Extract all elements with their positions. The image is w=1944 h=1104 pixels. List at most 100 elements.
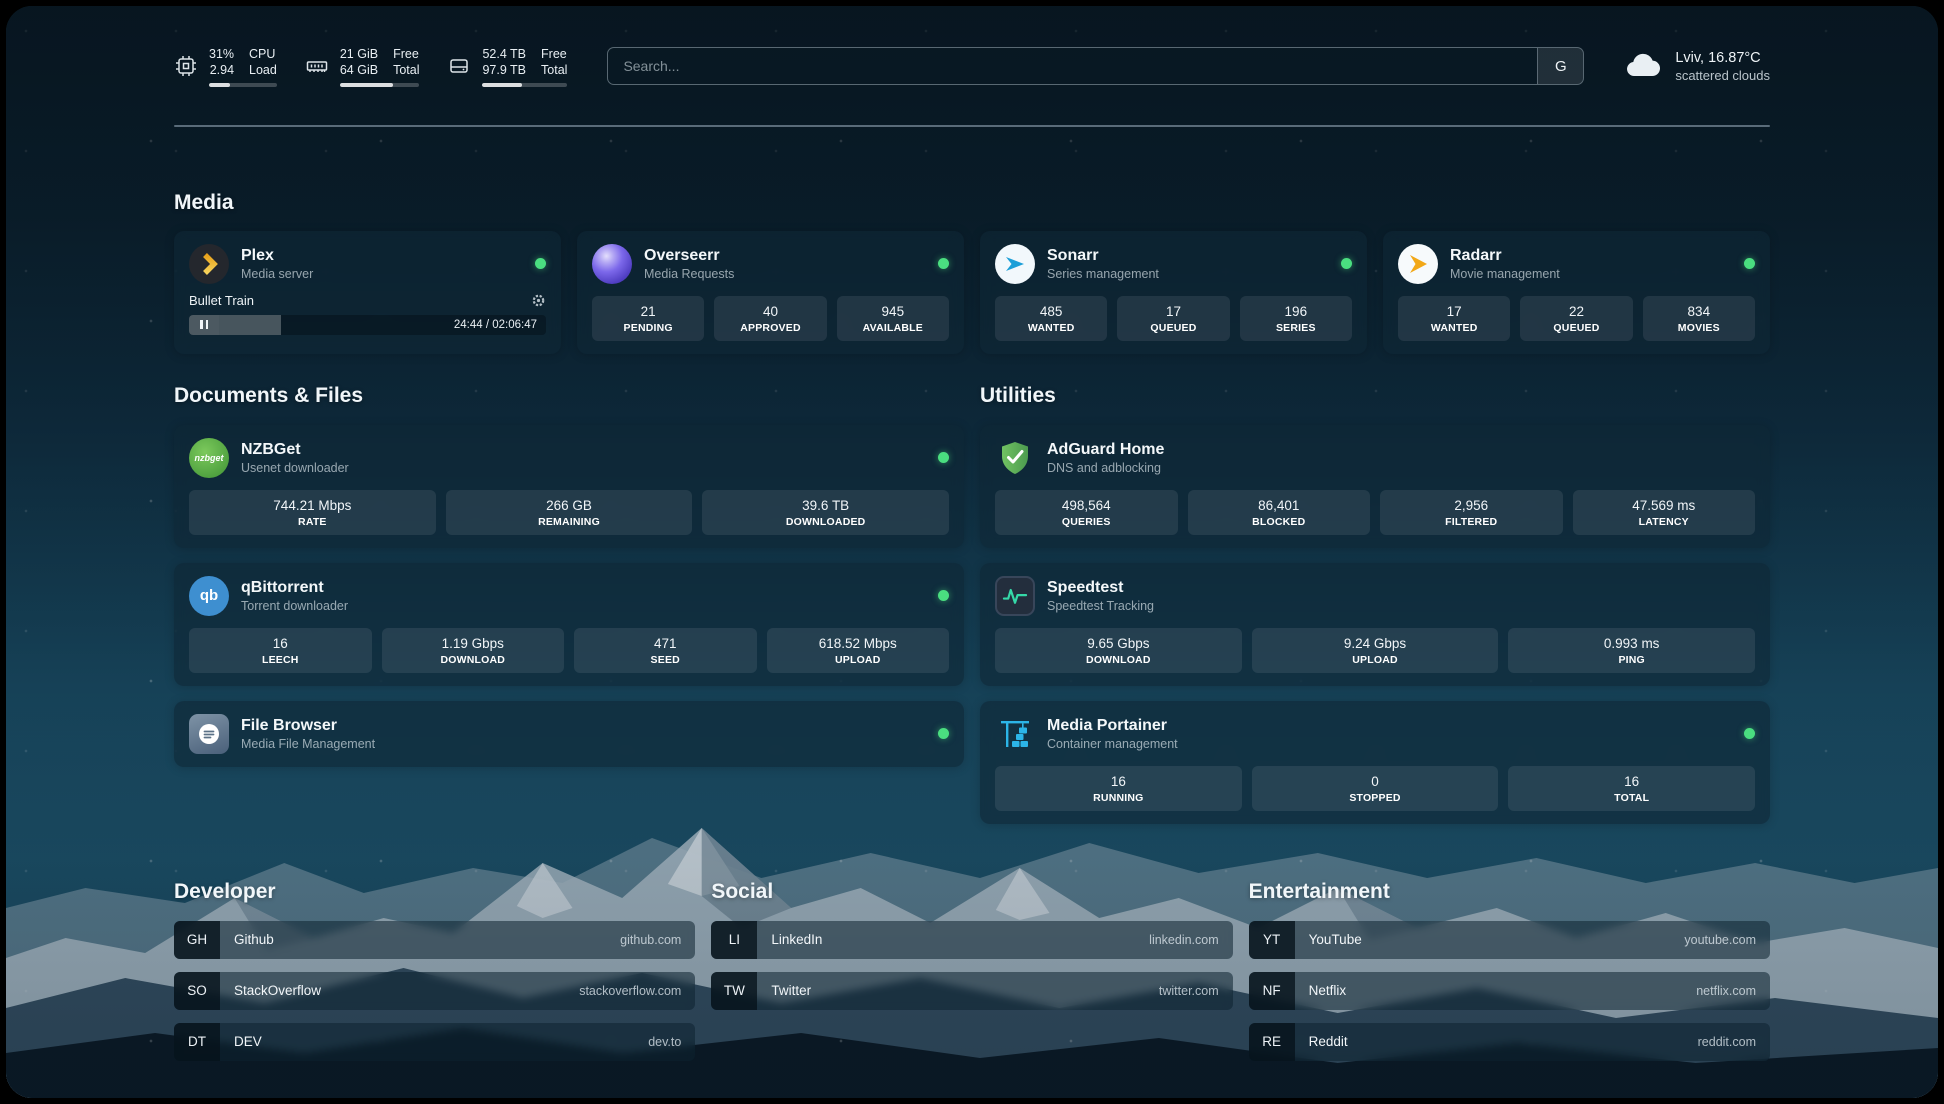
bookmark-abbr: DT [174,1023,220,1061]
service-card-portainer[interactable]: Media Portainer Container management 16 … [980,701,1770,824]
cpu-label-top: CPU [249,46,277,62]
service-subtitle: Media File Management [241,737,375,751]
cpu-label-bottom: Load [249,62,277,78]
radarr-icon [1398,244,1438,284]
stat-series: 196 SERIES [1240,296,1352,341]
service-card-qbittorrent[interactable]: qb qBittorrent Torrent downloader 16 LEE… [174,563,964,686]
stat-approved: 40 APPROVED [714,296,826,341]
bookmark-name: LinkedIn [771,932,822,947]
service-card-speedtest[interactable]: Speedtest Speedtest Tracking 9.65 Gbps D… [980,563,1770,686]
stat-queued: 22 QUEUED [1520,296,1632,341]
header-divider [174,125,1770,127]
cpu-percent: 31% [209,46,234,62]
cpu-usage-bar [209,83,277,87]
status-dot [938,728,949,739]
bookmark-name: YouTube [1309,932,1362,947]
plex-icon [189,244,229,284]
search-engine-button[interactable]: G [1537,48,1583,84]
service-subtitle: Movie management [1450,267,1560,281]
stat-ping: 0.993 ms PING [1508,628,1755,673]
memory-label-top: Free [393,46,419,62]
bookmark-youtube[interactable]: YT YouTube youtube.com [1249,921,1770,959]
stat-download: 1.19 Gbps DOWNLOAD [382,628,565,673]
service-card-overseerr[interactable]: Overseerr Media Requests 21 PENDING 40 A… [577,231,964,354]
status-dot [938,590,949,601]
service-card-plex[interactable]: Plex Media server Bullet Train [174,231,561,354]
disk-total: 97.9 TB [482,62,526,78]
memory-label-bottom: Total [393,62,419,78]
section-title-developer: Developer [174,880,695,904]
disk-widget: 52.4 TB 97.9 TB Free Total [447,46,567,87]
stat-wanted: 17 WANTED [1398,296,1510,341]
bookmark-stackoverflow[interactable]: SO StackOverflow stackoverflow.com [174,972,695,1010]
bookmark-abbr: NF [1249,972,1295,1010]
adguard-icon [995,438,1035,478]
page-content: 31% 2.94 CPU Load [6,6,1938,1098]
stat-upload: 618.52 Mbps UPLOAD [767,628,950,673]
service-card-adguard[interactable]: AdGuard Home DNS and adblocking 498,564 … [980,425,1770,548]
disk-label-bottom: Total [541,62,567,78]
overseerr-icon [592,244,632,284]
stat-seed: 471 SEED [574,628,757,673]
search-input[interactable] [608,48,1537,84]
bookmark-domain: stackoverflow.com [579,984,681,998]
hard-drive-icon [447,54,471,78]
bookmark-netflix[interactable]: NF Netflix netflix.com [1249,972,1770,1010]
bookmark-dev[interactable]: DT DEV dev.to [174,1023,695,1061]
service-card-radarr[interactable]: Radarr Movie management 17 WANTED 22 QUE… [1383,231,1770,354]
search-bar: G [607,47,1584,85]
service-name: NZBGet [241,440,349,459]
section-utilities: Utilities [980,384,1770,824]
service-subtitle: Speedtest Tracking [1047,599,1154,613]
bookmark-abbr: LI [711,921,757,959]
status-dot [938,452,949,463]
service-name: Speedtest [1047,578,1154,597]
service-subtitle: Media server [241,267,313,281]
bookmark-github[interactable]: GH Github github.com [174,921,695,959]
bookmark-abbr: SO [174,972,220,1010]
section-title-media: Media [174,191,1770,215]
service-card-sonarr[interactable]: Sonarr Series management 485 WANTED 17 Q… [980,231,1367,354]
stat-running: 16 RUNNING [995,766,1242,811]
now-playing: Bullet Train 24:44 / 02:06:47 [189,293,546,335]
bookmark-twitter[interactable]: TW Twitter twitter.com [711,972,1232,1010]
service-subtitle: Container management [1047,737,1178,751]
cpu-chip-icon [174,54,198,78]
stat-stopped: 0 STOPPED [1252,766,1499,811]
bookmark-name: Twitter [771,983,811,998]
bookmark-linkedin[interactable]: LI LinkedIn linkedin.com [711,921,1232,959]
service-subtitle: Torrent downloader [241,599,348,613]
service-subtitle: Series management [1047,267,1159,281]
service-card-filebrowser[interactable]: File Browser Media File Management [174,701,964,767]
disk-usage-bar [482,83,567,87]
bookmark-domain: reddit.com [1698,1035,1756,1049]
bookmark-reddit[interactable]: RE Reddit reddit.com [1249,1023,1770,1061]
service-name: File Browser [241,716,375,735]
section-title-entertainment: Entertainment [1249,880,1770,904]
bookmark-name: Netflix [1309,983,1347,998]
ram-icon [305,54,329,78]
system-resources: 31% 2.94 CPU Load [174,46,567,87]
weather-condition: scattered clouds [1675,68,1770,83]
memory-total: 64 GiB [340,62,378,78]
bookmark-domain: twitter.com [1159,984,1219,998]
service-card-nzbget[interactable]: nzbget NZBGet Usenet downloader 744.21 M… [174,425,964,548]
sonarr-icon [995,244,1035,284]
stat-wanted: 485 WANTED [995,296,1107,341]
stat-rate: 744.21 Mbps RATE [189,490,436,535]
bookmarks-developer: Developer GH Github github.com SO StackO… [174,880,695,1061]
status-dot [938,258,949,269]
bookmark-domain: netflix.com [1696,984,1756,998]
status-dot [535,258,546,269]
gear-icon[interactable] [531,293,546,308]
portainer-icon [995,714,1035,754]
filebrowser-icon [189,714,229,754]
stat-remaining: 266 GB REMAINING [446,490,693,535]
stat-upload: 9.24 Gbps UPLOAD [1252,628,1499,673]
stat-blocked: 86,401 BLOCKED [1188,490,1371,535]
bookmarks-entertainment: Entertainment YT YouTube youtube.com NF … [1249,880,1770,1061]
stat-downloaded: 39.6 TB DOWNLOADED [702,490,949,535]
dashboard-screen: 31% 2.94 CPU Load [6,6,1938,1098]
bookmark-abbr: GH [174,921,220,959]
playback-progress: 24:44 / 02:06:47 [189,315,546,335]
